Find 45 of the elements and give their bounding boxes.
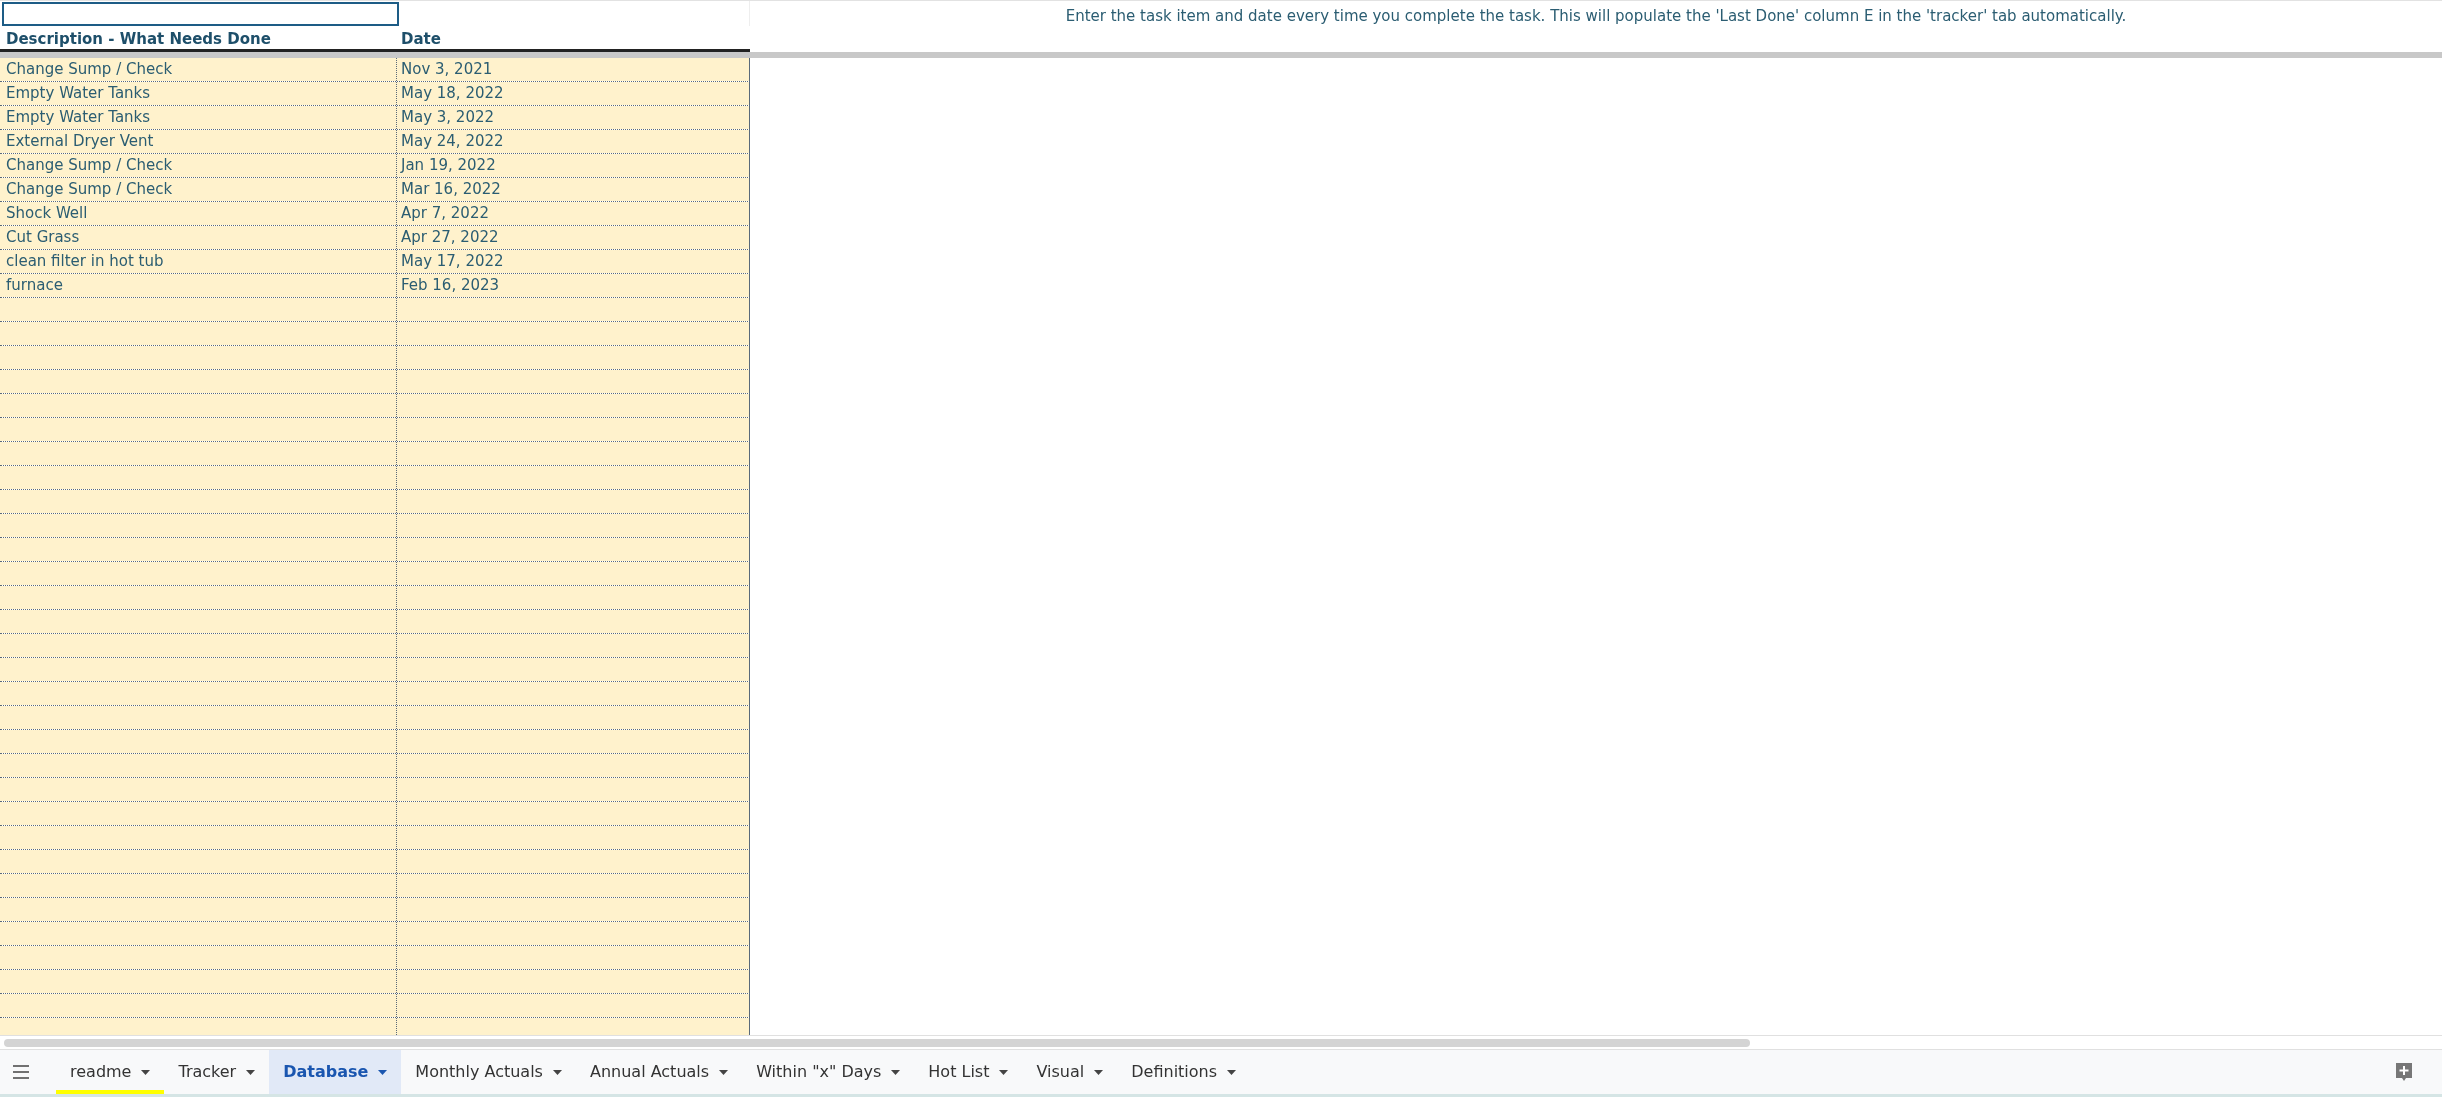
caret-icon — [141, 1069, 151, 1075]
instruction-note: Enter the task item and date every time you complete the task. This will populate the 'Last Done' column E in the 'tracker' tab automatically. — [1065, 6, 2127, 27]
table-cell: May 24, 2022 — [397, 130, 750, 153]
caret-icon — [1094, 1069, 1104, 1075]
sheet-tab[interactable]: Within "x" Days — [742, 1050, 915, 1094]
sheet-tab[interactable]: Visual — [1022, 1050, 1118, 1094]
selected-cell[interactable] — [2, 2, 399, 26]
table-cell: Change Sump / Check — [0, 178, 397, 201]
sheet-tab[interactable]: readme — [56, 1050, 165, 1094]
table-cell: Change Sump / Check — [0, 58, 397, 81]
sheet-tab[interactable]: Hot List — [914, 1050, 1023, 1094]
table-cell: furnace — [0, 274, 397, 297]
table-cell: Apr 27, 2022 — [397, 226, 750, 249]
table-cell: Shock Well — [0, 202, 397, 225]
caret-icon — [552, 1069, 562, 1075]
table-cell: Empty Water Tanks — [0, 106, 397, 129]
table-cell: Nov 3, 2021 — [397, 58, 750, 81]
column-header: Date — [400, 29, 442, 49]
add-sheet-icon[interactable] — [2396, 1063, 2412, 1081]
caret-icon — [1227, 1069, 1237, 1075]
sheet-tab[interactable]: Tracker — [164, 1050, 270, 1094]
table-cell: clean filter in hot tub — [0, 250, 397, 273]
table-cell: May 17, 2022 — [397, 250, 750, 273]
sheet-tab[interactable]: Monthly Actuals — [401, 1050, 576, 1094]
table-cell: Cut Grass — [0, 226, 397, 249]
table-cell: Jan 19, 2022 — [397, 154, 750, 177]
caret-icon — [246, 1069, 256, 1075]
table-cell: Change Sump / Check — [0, 154, 397, 177]
caret-icon — [891, 1069, 901, 1075]
table-cell: May 18, 2022 — [397, 82, 750, 105]
sheet-tab[interactable]: Database — [269, 1050, 402, 1094]
sheet-tab[interactable]: Annual Actuals — [575, 1050, 743, 1094]
menu-icon[interactable] — [12, 1065, 30, 1079]
table-cell: Mar 16, 2022 — [397, 178, 750, 201]
table-cell: External Dryer Vent — [0, 130, 397, 153]
sheet-tab[interactable]: Definitions — [1117, 1050, 1251, 1094]
column-header: Description - What Needs Done — [5, 29, 272, 49]
table-cell: Empty Water Tanks — [0, 82, 397, 105]
caret-icon — [378, 1069, 388, 1075]
horizontal-scrollbar[interactable] — [4, 1038, 1750, 1047]
table-cell: Apr 7, 2022 — [397, 202, 750, 225]
table-cell: May 3, 2022 — [397, 106, 750, 129]
caret-icon — [719, 1069, 729, 1075]
table-cell: Feb 16, 2023 — [397, 274, 750, 297]
caret-icon — [999, 1069, 1009, 1075]
